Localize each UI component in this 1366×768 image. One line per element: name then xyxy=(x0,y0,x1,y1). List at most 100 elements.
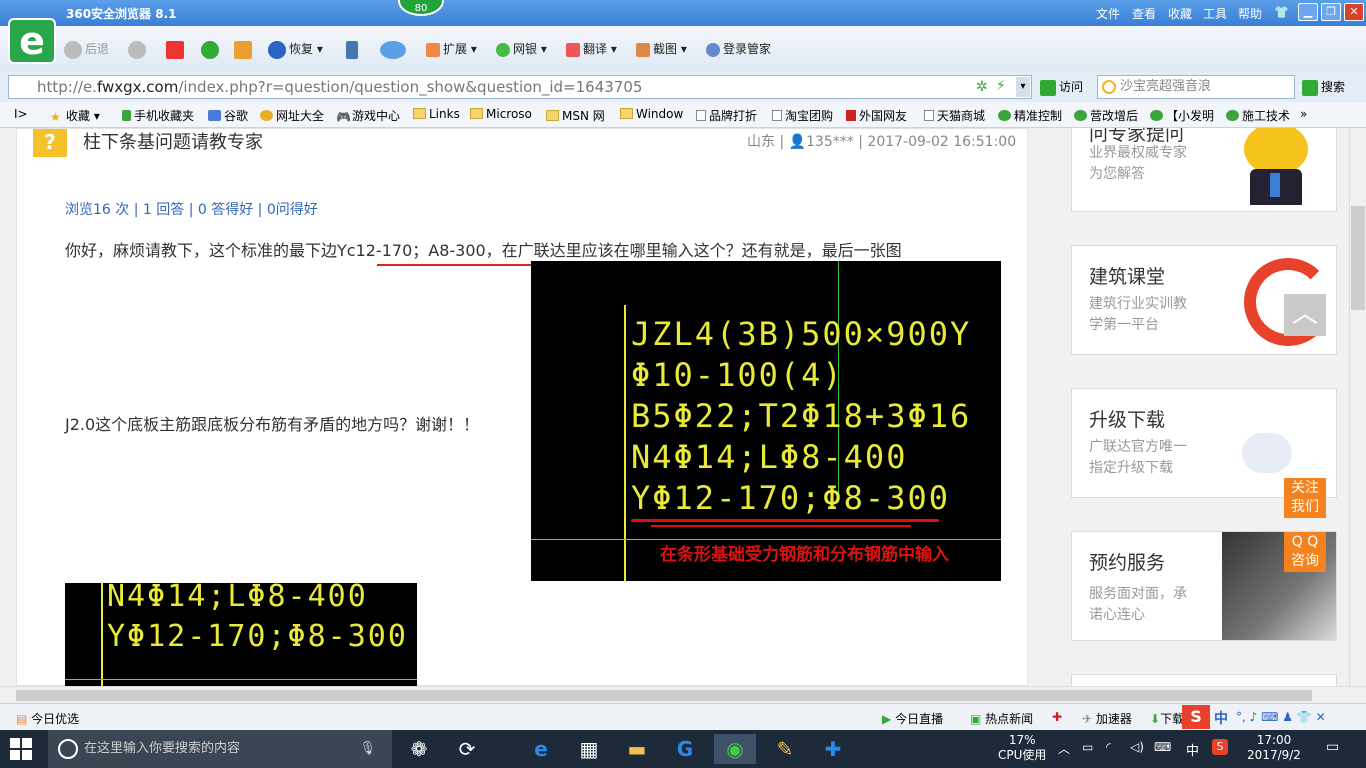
restore-button[interactable]: ❐ xyxy=(1321,3,1341,21)
today-picks[interactable]: ▤ 今日优选 xyxy=(16,710,79,727)
bookmark-invention[interactable]: 【小发明 xyxy=(1150,107,1214,124)
close-button[interactable]: ✕ xyxy=(1344,3,1364,21)
bookmark-tax[interactable]: 营改增后 xyxy=(1074,107,1138,124)
network-icon[interactable]: ▭ xyxy=(1082,740,1093,754)
back-button[interactable]: 后退 xyxy=(64,38,109,60)
bookmark-windows[interactable]: Window xyxy=(620,107,683,121)
forward-button[interactable] xyxy=(128,38,149,60)
menu-favorites[interactable]: 收藏 xyxy=(1168,5,1192,22)
bookmark-favorites[interactable]: ★ 收藏 ▾ xyxy=(50,107,100,124)
vertical-scrollbar[interactable] xyxy=(1349,128,1366,686)
cad-drawing-image-2[interactable]: N4Φ14;LΦ8-400 YΦ12-170;Φ8-300 xyxy=(65,583,417,686)
bookmark-taobao[interactable]: 淘宝团购 xyxy=(772,107,833,124)
qq-consult-button[interactable]: Q Q 咨询 xyxy=(1284,532,1326,572)
horizontal-scrollbar[interactable] xyxy=(0,686,1366,703)
restore-tabs-button[interactable]: 恢复 ▾ xyxy=(268,38,323,60)
sidebar-toggle-icon[interactable]: I> xyxy=(14,107,28,121)
edge-icon[interactable]: e xyxy=(520,734,562,764)
red-underline xyxy=(631,519,939,522)
ime-toolbar-icons[interactable]: °, ♪ ⌨ ♟ 👕 ✕ xyxy=(1236,710,1326,724)
notification-icon[interactable]: ▭ xyxy=(1326,739,1339,755)
address-dropdown-icon[interactable]: ▾ xyxy=(1016,77,1030,97)
taskbar-search-input[interactable]: 在这里输入你要搜索的内容 🎙 xyxy=(48,730,392,768)
bookmark-foreign[interactable]: 外国网友 xyxy=(846,107,907,124)
cad-drawing-image[interactable]: JZL4(3B)500×900Y Φ10-100(4) B5Φ22;T2Φ18+… xyxy=(531,261,1001,581)
medical-icon[interactable]: ✚ xyxy=(1052,710,1062,724)
cloud-button[interactable] xyxy=(380,38,409,60)
hot-news[interactable]: ▣ 热点新闻 xyxy=(970,710,1033,727)
screenshot-button[interactable]: 截图 ▾ xyxy=(636,38,687,60)
follow-us-button[interactable]: 关注 我们 xyxy=(1284,478,1326,518)
back-to-top-button[interactable]: ︿ xyxy=(1284,294,1326,336)
security-icon[interactable]: ✲ xyxy=(976,79,988,95)
accelerator[interactable]: ✈ 加速器 xyxy=(1082,710,1132,727)
refresh-button[interactable] xyxy=(201,38,222,60)
app-360-icon[interactable]: ⟳ xyxy=(446,734,488,764)
visit-button[interactable]: 访问 xyxy=(1040,76,1083,98)
news-icon: ▣ xyxy=(970,712,982,726)
file-explorer-icon[interactable]: ▬ xyxy=(616,734,658,764)
home-button[interactable] xyxy=(234,38,255,60)
menu-tools[interactable]: 工具 xyxy=(1203,5,1227,22)
undo-icon xyxy=(268,40,286,59)
bookmark-tmall[interactable]: 天猫商城 xyxy=(924,107,985,124)
card-ask-expert[interactable]: 问专家提问 业界最权威专家 为您解答 xyxy=(1071,128,1337,212)
scrollbar-thumb[interactable] xyxy=(1351,206,1365,310)
wifi-icon[interactable]: ◜ xyxy=(1106,740,1111,754)
extend-button[interactable]: 扩展 ▾ xyxy=(426,38,477,60)
menu-view[interactable]: 查看 xyxy=(1132,5,1156,22)
tray-expand-icon[interactable]: ︿ xyxy=(1058,740,1070,757)
bookmark-msn[interactable]: MSN 网 xyxy=(546,107,605,124)
windows-start-icon[interactable] xyxy=(10,738,32,760)
bookmark-google[interactable]: 谷歌 xyxy=(208,107,248,124)
clock[interactable]: 17:00 2017/9/2 xyxy=(1244,733,1304,763)
menu-file[interactable]: 文件 xyxy=(1096,5,1120,22)
cpu-usage[interactable]: 17% CPU使用 xyxy=(998,733,1046,763)
bookmark-construction[interactable]: 施工技术 xyxy=(1226,107,1290,124)
minimize-button[interactable]: ▁ xyxy=(1298,3,1318,21)
bookmarks-more-icon[interactable]: » xyxy=(1300,107,1307,121)
card-desc: 广联达官方唯一 指定升级下载 xyxy=(1089,439,1187,476)
cloud-download-icon xyxy=(1242,433,1292,473)
bookmark-microsoft[interactable]: Microso xyxy=(470,107,532,121)
notes-icon[interactable]: ✎ xyxy=(764,734,806,764)
browser-360-taskbar-icon[interactable]: ◉ xyxy=(714,734,756,764)
today-live[interactable]: ▶ 今日直播 xyxy=(882,710,943,727)
shirt-icon[interactable]: 👕 xyxy=(1274,5,1289,19)
sogou-ime-icon[interactable]: S xyxy=(1182,705,1210,729)
volume-icon[interactable]: ◁) xyxy=(1130,740,1144,754)
phone-button[interactable] xyxy=(346,38,361,60)
bookmark-discount[interactable]: 品牌打折 xyxy=(696,107,757,124)
translate-button[interactable]: 翻译 ▾ xyxy=(566,38,617,60)
scrollbar-thumb[interactable] xyxy=(16,690,1312,701)
login-manager-button[interactable]: 登录管家 xyxy=(706,38,771,60)
bookmark-sites[interactable]: 网址大全 xyxy=(260,107,324,124)
card-title: 升级下载 xyxy=(1089,409,1166,431)
microphone-icon[interactable]: 🎙 xyxy=(359,730,376,768)
lightning-icon[interactable]: ⚡ xyxy=(996,78,1006,94)
menu-help[interactable]: 帮助 xyxy=(1238,5,1262,22)
card-title: 预约服务 xyxy=(1089,552,1166,574)
cad-line: YΦ12-170;Φ8-300 xyxy=(107,619,408,654)
card-desc: 服务面对面，承 诺心连心 xyxy=(1089,586,1187,623)
play-icon: ▶ xyxy=(882,712,892,726)
store-icon[interactable]: ▦ xyxy=(568,734,610,764)
ime-mode[interactable]: 中 xyxy=(1214,708,1228,728)
search-input[interactable]: 沙宝亮超强音浪 xyxy=(1097,75,1295,99)
search-button[interactable]: 搜索 xyxy=(1302,76,1345,98)
browser-logo-icon: e xyxy=(8,18,56,64)
keyboard-icon[interactable]: ⌨ xyxy=(1154,740,1171,754)
netbank-button[interactable]: 网银 ▾ xyxy=(496,38,547,60)
address-bar[interactable]: http://e.fwxgx.com/index.php?r=question/… xyxy=(8,75,1032,99)
stop-button[interactable] xyxy=(166,38,187,60)
bookmark-mobile[interactable]: 手机收藏夹 xyxy=(122,107,194,124)
task-view-icon[interactable]: ❁ xyxy=(398,734,440,764)
bookmark-links[interactable]: Links xyxy=(413,107,460,121)
app-plus-icon[interactable]: ✚ xyxy=(812,734,854,764)
bookmark-games[interactable]: 🎮游戏中心 xyxy=(336,107,400,124)
sogou-tray-icon[interactable]: S xyxy=(1212,739,1228,755)
glodon-icon[interactable]: G xyxy=(664,734,706,764)
download[interactable]: ⬇下载 xyxy=(1150,710,1184,727)
ime-indicator[interactable]: 中 xyxy=(1186,740,1199,759)
bookmark-precise[interactable]: 精准控制 xyxy=(998,107,1062,124)
